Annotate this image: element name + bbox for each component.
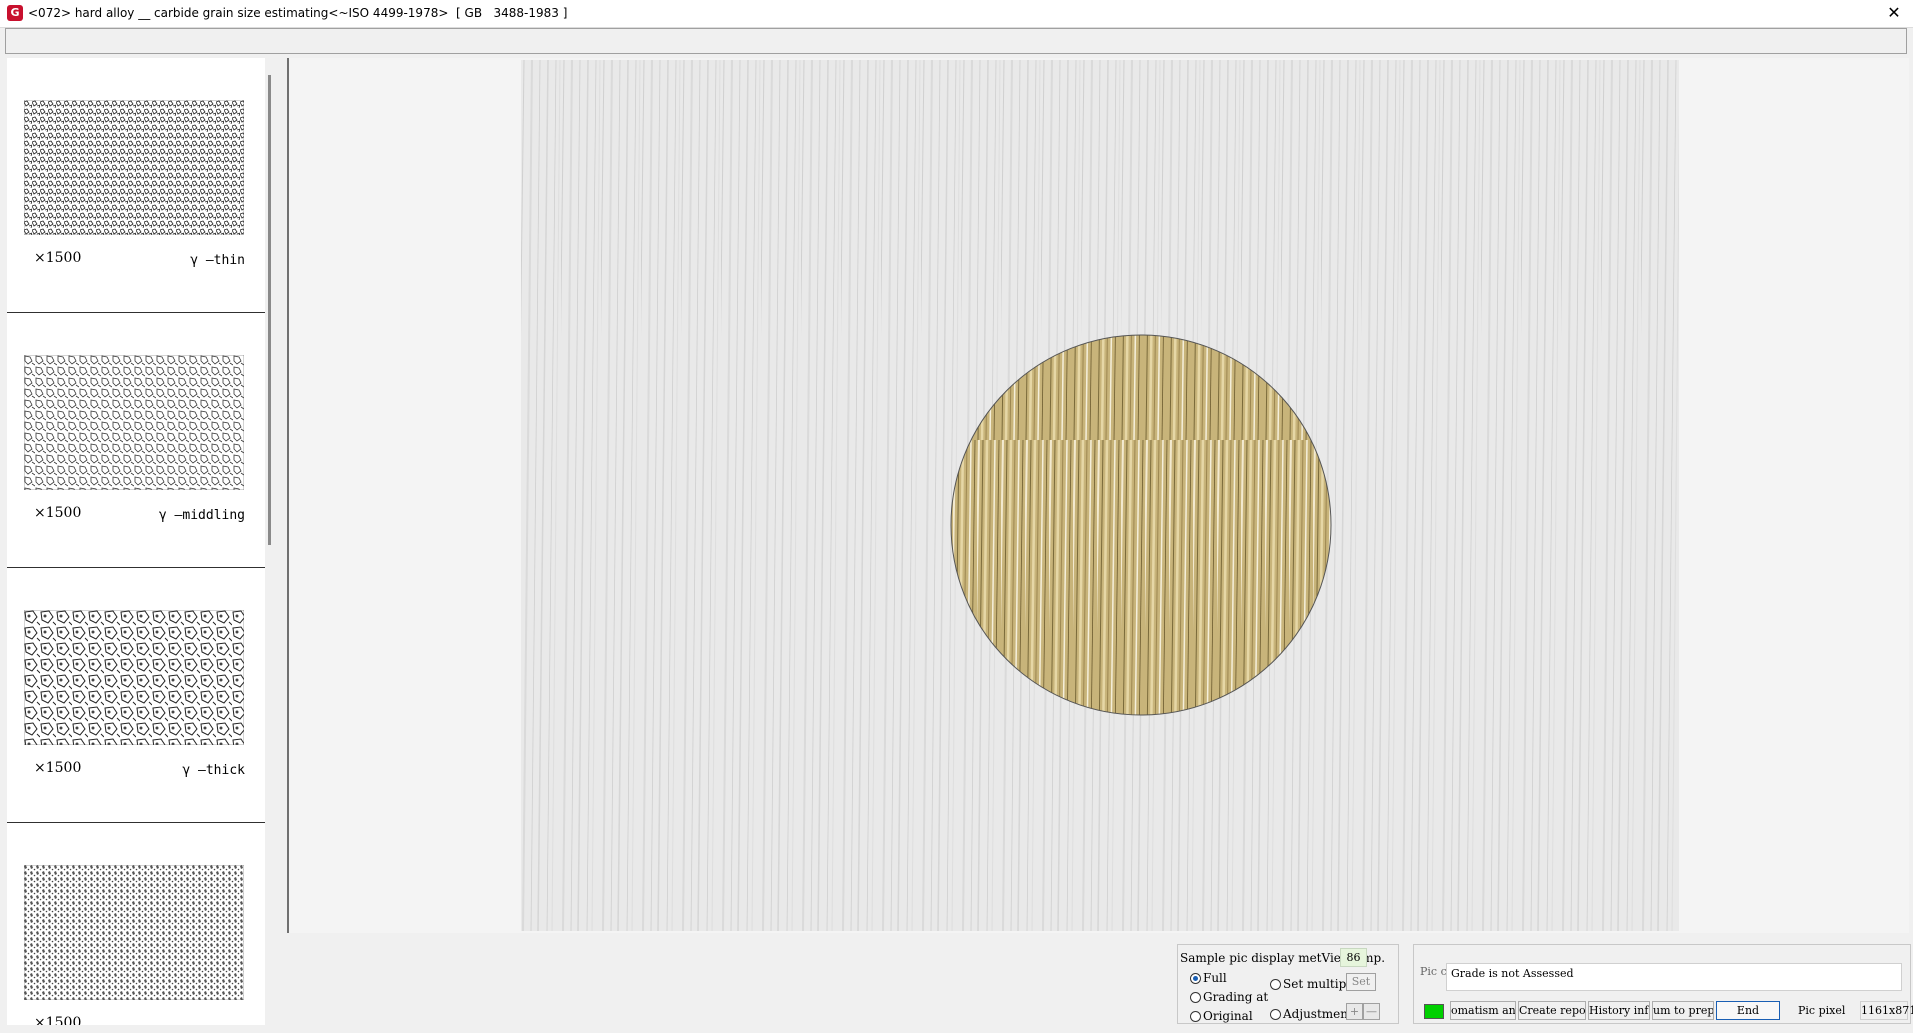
radio-button-icon[interactable] bbox=[1190, 1010, 1201, 1022]
reference-item-middling[interactable]: ×1500 γ —middling bbox=[7, 313, 265, 569]
radio-button-icon[interactable] bbox=[1270, 978, 1281, 990]
sample-view-area[interactable] bbox=[287, 58, 1909, 933]
reference-list-scrollbar[interactable] bbox=[268, 75, 271, 545]
radio-set-multiple[interactable]: Set multipl bbox=[1270, 977, 1350, 991]
magnification-label: ×1500 bbox=[34, 250, 82, 266]
app-logo-icon: G bbox=[7, 5, 23, 21]
assessment-info-group: Pic c Grade is not Assessed omatism anal… bbox=[1413, 944, 1913, 1024]
plus-button[interactable]: + bbox=[1346, 1003, 1363, 1020]
close-icon[interactable]: ✕ bbox=[1883, 2, 1905, 24]
reference-item-thin[interactable]: ×1500 γ —thin bbox=[7, 58, 265, 314]
radio-button-icon[interactable] bbox=[1270, 1008, 1281, 1020]
pic-pixel-value: 1161x871 bbox=[1860, 1001, 1913, 1020]
toolbar-strip bbox=[5, 28, 1907, 54]
magnification-label: ×1500 bbox=[34, 760, 82, 776]
radio-original[interactable]: Original bbox=[1190, 1009, 1253, 1023]
magnification-label: ×1500 bbox=[34, 1015, 82, 1025]
minus-button[interactable]: — bbox=[1363, 1003, 1380, 1020]
history-info-button[interactable]: History info bbox=[1588, 1001, 1650, 1020]
sample-micrograph[interactable] bbox=[521, 60, 1679, 931]
radio-adjustment[interactable]: Adjustmen bbox=[1270, 1007, 1348, 1021]
radio-button-icon[interactable] bbox=[1190, 972, 1201, 984]
pic-pixel-label: Pic pixel bbox=[1798, 1004, 1846, 1017]
reference-item-thick[interactable]: ×1500 γ —thick bbox=[7, 568, 265, 824]
reference-item-4[interactable]: ×1500 bbox=[7, 823, 265, 1025]
reference-micrograph-middling bbox=[24, 355, 244, 490]
return-to-preprocess-button[interactable]: um to prepro bbox=[1652, 1001, 1714, 1020]
magnification-label: ×1500 bbox=[34, 505, 82, 521]
grade-status-field: Grade is not Assessed bbox=[1446, 963, 1902, 991]
display-method-group: Sample pic display metView amp. 86 Full … bbox=[1177, 944, 1399, 1024]
grade-label: γ —thin bbox=[190, 253, 245, 268]
radio-button-icon[interactable] bbox=[1190, 991, 1201, 1003]
reference-image-list[interactable]: ×1500 γ —thin ×1500 γ —middling ×1500 γ … bbox=[7, 58, 265, 1025]
automatism-analysis-button[interactable]: omatism anal bbox=[1450, 1001, 1516, 1020]
grade-label: γ —middling bbox=[158, 508, 245, 523]
title-bar: G <072> hard alloy __ carbide grain size… bbox=[0, 0, 1913, 28]
pic-label: Pic c bbox=[1420, 965, 1447, 978]
window-title: <072> hard alloy __ carbide grain size e… bbox=[28, 6, 568, 20]
radio-full[interactable]: Full bbox=[1190, 971, 1227, 985]
end-button[interactable]: End bbox=[1716, 1001, 1780, 1020]
grade-label: γ —thick bbox=[182, 763, 245, 778]
reference-micrograph-4 bbox=[24, 865, 244, 1000]
set-button[interactable]: Set bbox=[1346, 973, 1376, 991]
radio-grading-at[interactable]: Grading at bbox=[1190, 990, 1268, 1004]
reference-micrograph-thick bbox=[24, 610, 244, 745]
view-amp-value[interactable]: 86 bbox=[1340, 948, 1367, 967]
reference-micrograph-thin bbox=[24, 100, 244, 235]
create-report-button[interactable]: Create report bbox=[1518, 1001, 1586, 1020]
status-indicator bbox=[1424, 1004, 1444, 1019]
bottom-control-panel: Sample pic display metView amp. 86 Full … bbox=[287, 935, 1913, 1025]
